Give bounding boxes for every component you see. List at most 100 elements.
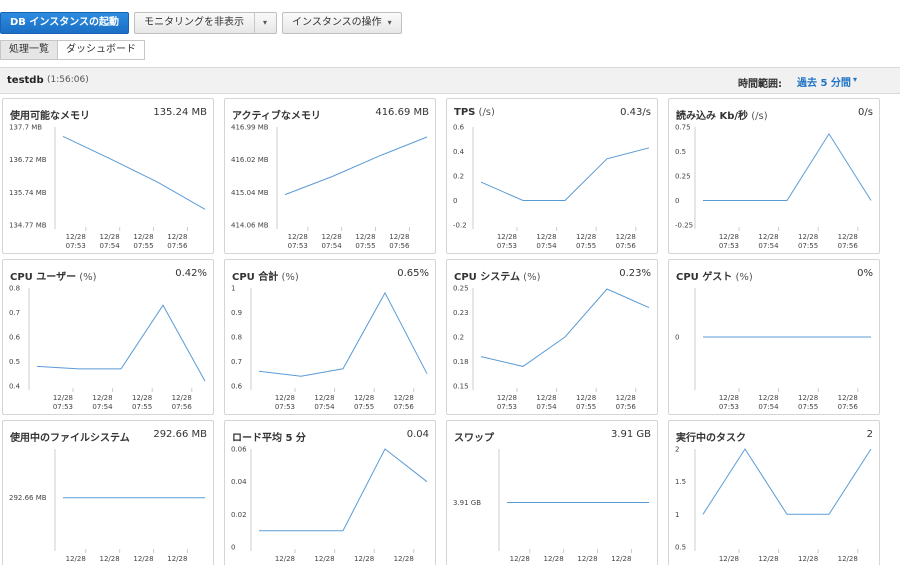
panel-current-value: 0.42% xyxy=(175,268,207,279)
x-tick-time: 07:53 xyxy=(66,242,86,250)
y-tick-label: 0.8 xyxy=(231,334,242,342)
instance-actions-button[interactable]: インスタンスの操作 ▾ xyxy=(282,12,402,34)
x-tick-time: 07:54 xyxy=(321,242,342,250)
tab-dashboard[interactable]: ダッシュボード xyxy=(58,40,145,60)
y-tick-label: 135.74 MB xyxy=(9,189,47,197)
x-tick-time: 07:54 xyxy=(536,403,557,411)
x-tick-date: 12/28 xyxy=(133,555,153,563)
x-tick-date: 12/28 xyxy=(758,555,778,563)
x-tick-date: 12/28 xyxy=(798,555,818,563)
panel-current-value: 0/s xyxy=(858,107,873,118)
y-tick-label: 0.4 xyxy=(453,148,465,156)
x-tick-time: 07:56 xyxy=(838,403,859,411)
metric-panel: 1 0.9 0.8 0.7 0.6 12/28 07:53 12/28 07:54 12/28 07… xyxy=(224,259,436,415)
y-tick-label: 0.04 xyxy=(231,478,247,486)
y-tick-label: 134.77 MB xyxy=(9,222,47,230)
panel-title-text: ロード平均 5 分 xyxy=(232,433,306,444)
y-tick-label: 0.06 xyxy=(231,446,247,454)
metric-chart: 137.7 MB 136.72 MB 135.74 MB 134.77 MB 12/28… xyxy=(9,124,206,250)
x-tick-date: 12/28 xyxy=(172,394,192,402)
y-tick-label: 292.66 MB xyxy=(9,494,47,502)
x-tick-date: 12/28 xyxy=(719,394,739,402)
instance-header: testdb (1:56:06) 時間範囲: 過去 5 分間 ▾ xyxy=(0,67,900,94)
x-tick-time: 07:55 xyxy=(798,403,818,411)
y-tick-label: 0.23 xyxy=(453,309,469,317)
panel-title: 実行中のタスク xyxy=(676,429,746,444)
x-tick-date: 12/28 xyxy=(576,233,596,241)
x-tick-date: 12/28 xyxy=(99,233,119,241)
panel-current-value: 135.24 MB xyxy=(153,107,207,118)
y-tick-label: 0.75 xyxy=(675,124,691,132)
x-tick-time: 07:55 xyxy=(576,242,596,250)
panel-title: CPU ゲスト (%) xyxy=(676,268,753,283)
launch-db-instance-button[interactable]: DB インスタンスの起動 xyxy=(0,12,130,34)
panel-title: 使用可能なメモリ xyxy=(10,107,90,122)
x-tick-time: 07:53 xyxy=(719,242,739,250)
panel-title: 読み込み Kb/秒 (/s) xyxy=(676,107,768,122)
panel-unit: (%) xyxy=(519,272,541,283)
panel-title: ロード平均 5 分 xyxy=(232,429,306,444)
panel-current-value: 0% xyxy=(857,268,873,279)
x-tick-date: 12/28 xyxy=(66,555,86,563)
metric-panel: 0.75 0.5 0.25 0 -0.25 12/28 07:53 12/28 07:54 12/… xyxy=(668,98,880,254)
metric-panel: 416.99 MB 416.02 MB 415.04 MB 414.06 MB 12/2… xyxy=(224,98,436,254)
x-tick-time: 07:55 xyxy=(132,403,152,411)
metric-panel: 0.6 0.4 0.2 0 -0.2 12/28 07:53 12/28 07:54 12/28 0… xyxy=(446,98,658,254)
x-tick-date: 12/28 xyxy=(611,555,631,563)
chevron-down-icon[interactable]: ▾ xyxy=(853,75,857,84)
x-tick-date: 12/28 xyxy=(288,233,308,241)
panel-title: TPS (/s) xyxy=(454,107,495,118)
y-tick-label: 3.91 GB xyxy=(453,499,481,507)
panel-unit: (/s) xyxy=(475,107,495,118)
panel-title-text: スワップ xyxy=(454,433,494,444)
time-range-select[interactable]: 過去 5 分間 xyxy=(797,74,851,89)
toolbar: DB インスタンスの起動 モニタリングを非表示 ▾ インスタンスの操作 ▾ xyxy=(0,12,402,34)
y-tick-label: 2 xyxy=(675,446,679,454)
x-tick-date: 12/28 xyxy=(497,233,517,241)
x-tick-time: 07:55 xyxy=(355,242,375,250)
metric-chart: 416.99 MB 416.02 MB 415.04 MB 414.06 MB 12/2… xyxy=(231,124,428,250)
x-tick-time: 07:53 xyxy=(288,242,308,250)
x-tick-date: 12/28 xyxy=(133,233,153,241)
x-tick-date: 12/28 xyxy=(99,555,119,563)
panel-unit: (%) xyxy=(76,272,97,283)
x-tick-date: 12/28 xyxy=(314,555,334,563)
y-tick-label: 0.25 xyxy=(675,173,691,181)
metric-chart: 012/2807:5312/2807:5412/2807:5512/2807:5… xyxy=(675,288,871,411)
panel-current-value: 416.69 MB xyxy=(375,107,429,118)
y-tick-label: 0.4 xyxy=(9,383,21,391)
hide-monitoring-button[interactable]: モニタリングを非表示 ▾ xyxy=(134,12,278,34)
panel-title-text: 使用可能なメモリ xyxy=(10,111,90,122)
series-line xyxy=(702,448,872,515)
x-tick-date: 12/28 xyxy=(275,555,295,563)
x-tick-date: 12/28 xyxy=(536,233,556,241)
x-tick-date: 12/28 xyxy=(719,555,739,563)
x-tick-date: 12/28 xyxy=(275,394,295,402)
instance-name: testdb xyxy=(7,75,44,86)
y-tick-label: 0.9 xyxy=(231,309,242,317)
x-tick-date: 12/28 xyxy=(838,394,858,402)
y-tick-label: 416.02 MB xyxy=(231,156,269,164)
chevron-down-icon[interactable]: ▾ xyxy=(263,13,267,33)
x-tick-date: 12/28 xyxy=(543,555,563,563)
tab-process-list[interactable]: 処理一覧 xyxy=(0,40,58,60)
panel-title-text: 実行中のタスク xyxy=(676,433,746,444)
y-tick-label: 0 xyxy=(675,334,679,342)
x-tick-time: 07:53 xyxy=(497,403,517,411)
x-tick-time: 07:54 xyxy=(758,403,779,411)
x-tick-time: 07:54 xyxy=(758,242,779,250)
panel-current-value: 3.91 GB xyxy=(610,429,651,440)
x-tick-time: 07:56 xyxy=(172,403,193,411)
x-tick-date: 12/28 xyxy=(536,394,556,402)
instance-uptime: (1:56:06) xyxy=(47,75,89,85)
panel-current-value: 292.66 MB xyxy=(153,429,207,440)
instance-actions-label: インスタンスの操作 xyxy=(292,17,382,28)
panel-title: CPU ユーザー (%) xyxy=(10,268,97,283)
series-line xyxy=(259,448,428,532)
x-tick-time: 07:53 xyxy=(497,242,517,250)
x-tick-time: 07:54 xyxy=(99,242,120,250)
x-tick-date: 12/28 xyxy=(798,233,818,241)
metric-panel: 3.91 GB12/2807:5312/2807:5412/2807:5512/… xyxy=(446,420,658,565)
panel-title: スワップ xyxy=(454,429,494,444)
y-tick-label: 0.5 xyxy=(675,148,686,156)
